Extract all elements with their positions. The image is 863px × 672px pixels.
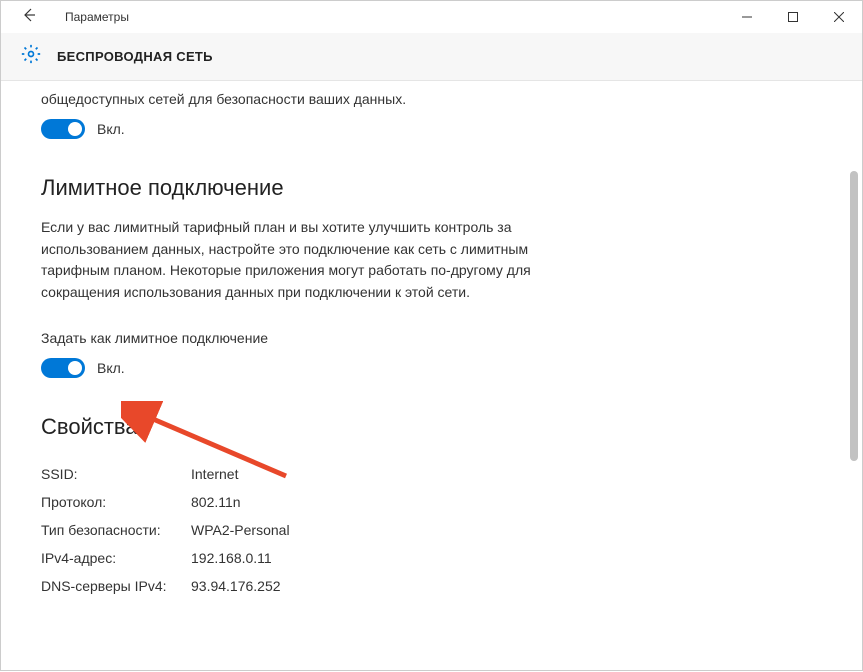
toggle-label: Вкл. [97,121,125,137]
set-metered-label: Задать как лимитное подключение [41,330,822,346]
property-key: Тип безопасности: [41,522,191,538]
back-button[interactable] [13,3,45,32]
page-header: БЕСПРОВОДНАЯ СЕТЬ [1,33,862,81]
close-button[interactable] [816,1,862,33]
property-value: 192.168.0.11 [191,550,272,566]
app-title: Параметры [65,10,129,24]
property-row: Протокол: 802.11n [41,488,822,516]
public-networks-toggle[interactable] [41,119,85,139]
property-value: WPA2-Personal [191,522,290,538]
titlebar: Параметры [1,1,862,33]
property-row: Тип безопасности: WPA2-Personal [41,516,822,544]
vertical-scrollbar[interactable] [846,81,860,672]
property-row: IPv4-адрес: 192.168.0.11 [41,544,822,572]
window-controls [724,1,862,33]
property-value: 802.11n [191,494,241,510]
gear-icon [21,44,41,69]
maximize-button[interactable] [770,1,816,33]
properties-list: SSID: Internet Протокол: 802.11n Тип без… [41,460,822,600]
metered-connection-heading: Лимитное подключение [41,175,822,201]
property-value: 93.94.176.252 [191,578,281,594]
minimize-button[interactable] [724,1,770,33]
metered-toggle-row: Вкл. [41,358,822,378]
property-row: SSID: Internet [41,460,822,488]
content: общедоступных сетей для безопасности ваш… [1,81,862,672]
property-key: Протокол: [41,494,191,510]
public-networks-toggle-row: Вкл. [41,119,822,139]
metered-toggle[interactable] [41,358,85,378]
property-key: SSID: [41,466,191,482]
toggle-label: Вкл. [97,360,125,376]
property-value: Internet [191,466,238,482]
content-area: общедоступных сетей для безопасности ваш… [1,81,862,672]
previous-section-fragment: общедоступных сетей для безопасности ваш… [41,91,822,107]
scrollbar-thumb[interactable] [850,171,858,461]
toggle-knob [68,361,82,375]
toggle-knob [68,122,82,136]
metered-connection-description: Если у вас лимитный тарифный план и вы х… [41,217,541,304]
property-row: DNS-серверы IPv4: 93.94.176.252 [41,572,822,600]
properties-heading: Свойства [41,414,822,440]
titlebar-left: Параметры [1,3,129,32]
property-key: DNS-серверы IPv4: [41,578,191,594]
page-title: БЕСПРОВОДНАЯ СЕТЬ [57,49,213,64]
property-key: IPv4-адрес: [41,550,191,566]
